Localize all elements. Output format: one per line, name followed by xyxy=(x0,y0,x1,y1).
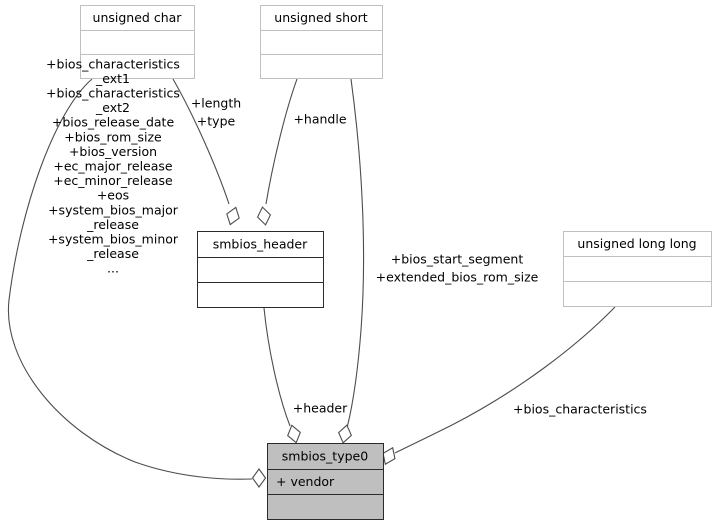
edge-label-line: ... xyxy=(107,261,119,276)
edge-label-line: +bios_rom_size xyxy=(64,129,162,144)
edge-line xyxy=(346,78,365,429)
edge-label-line: +system_bios_minor xyxy=(48,232,179,247)
node-methods-compartment xyxy=(197,282,324,308)
edge-label-line: +length xyxy=(191,96,241,111)
edge-label-line: +handle xyxy=(293,112,346,127)
edge-label-line: +extended_bios_rom_size xyxy=(376,270,539,285)
aggregation-diamond xyxy=(256,206,272,226)
edge-line xyxy=(265,78,298,205)
aggregation-diamond xyxy=(251,468,267,488)
node-attributes-compartment xyxy=(563,256,712,282)
edge-unsigned_long_long-to-smbios_type0 xyxy=(382,306,616,466)
edge-label-line: +bios_version xyxy=(69,144,157,159)
node-smbios_type0[interactable]: smbios_type0 + vendor xyxy=(267,443,384,520)
edge-label-line: _release xyxy=(86,246,139,261)
node-title-text: unsigned short xyxy=(274,10,368,25)
edge-label-line: +ec_minor_release xyxy=(53,173,173,188)
edge-label-group-unsigned_char-smbios_header: +length +type xyxy=(191,96,241,129)
edge-label-line: +bios_characteristics xyxy=(46,86,180,101)
edge-unsigned_short-to-smbios_header xyxy=(256,78,298,226)
collaboration-diagram-canvas: unsigned char unsigned short smbios_header… xyxy=(7,5,712,520)
edge-label-group-smbios_header-smbios_type0: +header xyxy=(293,401,348,416)
aggregation-diamond xyxy=(337,424,353,444)
edge-label-line: +bios_characteristics xyxy=(513,402,647,417)
edge-line xyxy=(263,307,291,427)
edge-label-group-unsigned_short-smbios_header: +handle xyxy=(293,112,346,127)
edge-line xyxy=(394,306,616,454)
node-unsigned_long_long[interactable]: unsigned long long xyxy=(563,231,712,307)
edge-label-group-unsigned_short-smbios_type0: +bios_start_segment +extended_bios_rom_si… xyxy=(376,252,539,285)
aggregation-diamond xyxy=(226,206,240,226)
edge-unsigned_short-to-smbios_type0 xyxy=(337,78,365,444)
node-methods-compartment xyxy=(267,494,384,520)
edge-labels-layer: +bios_characteristics_ext1+bios_characte… xyxy=(46,56,647,416)
uml-diagram-root: unsigned char unsigned short smbios_header… xyxy=(0,0,717,525)
node-title-text: smbios_type0 xyxy=(282,449,368,464)
edge-label-group-unsigned_long_long-smbios_type0: +bios_characteristics xyxy=(513,402,647,417)
node-attribute-text: + vendor xyxy=(276,474,335,489)
edge-label-line: +eos xyxy=(97,188,129,203)
edge-label-line: _release xyxy=(86,217,139,232)
edge-label-line: _ext2 xyxy=(95,100,130,115)
node-methods-compartment xyxy=(260,54,383,79)
node-title-text: unsigned char xyxy=(93,10,183,25)
node-attributes-compartment xyxy=(80,30,195,55)
edge-smbios_header-to-smbios_type0 xyxy=(263,307,301,444)
edge-label-line: +bios_start_segment xyxy=(391,252,524,267)
node-smbios_header[interactable]: smbios_header xyxy=(197,231,324,308)
node-attributes-compartment xyxy=(197,257,324,283)
edge-label-line: +bios_release_date xyxy=(52,115,175,130)
edge-label-line: +system_bios_major xyxy=(48,202,179,217)
edge-label-line: +type xyxy=(197,114,236,129)
node-unsigned_short[interactable]: unsigned short xyxy=(260,5,383,79)
edge-label-group-unsigned_char-smbios_type0: +bios_characteristics_ext1+bios_characte… xyxy=(46,56,180,275)
node-attributes-compartment xyxy=(260,30,383,55)
edge-label-line: +ec_major_release xyxy=(53,159,173,174)
node-title-text: unsigned long long xyxy=(577,236,696,251)
aggregation-diamond xyxy=(287,424,301,444)
edge-label-line: +bios_characteristics xyxy=(46,56,180,71)
edge-label-line: +header xyxy=(293,401,348,416)
node-title-text: smbios_header xyxy=(213,237,308,252)
edge-label-line: _ext1 xyxy=(95,71,130,86)
node-methods-compartment xyxy=(563,281,712,307)
